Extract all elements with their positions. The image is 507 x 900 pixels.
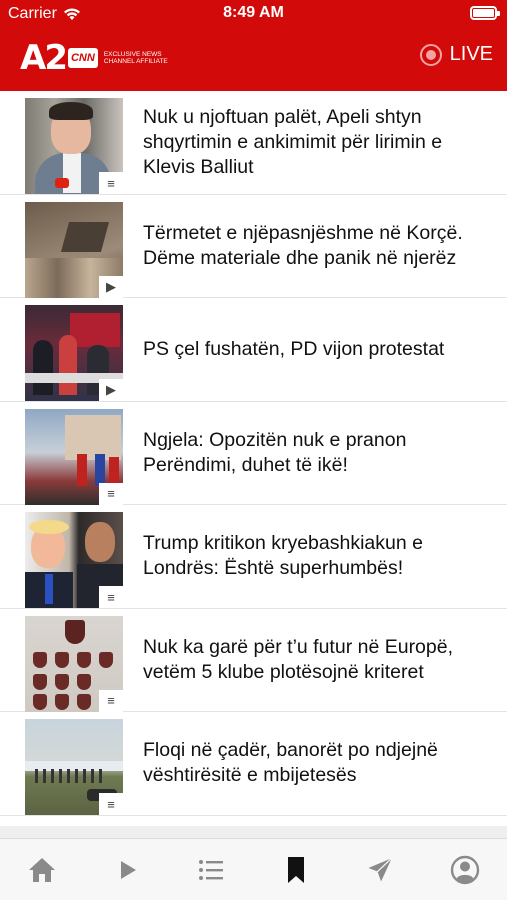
- tab-profile[interactable]: [440, 845, 490, 895]
- article-icon: ≡: [99, 172, 123, 194]
- news-headline: Nuk ka garë për t’u futur në Europë, vet…: [143, 635, 454, 683]
- live-icon: [419, 43, 442, 66]
- news-headline: Nuk u njoftuan palët, Apeli shtyn shqyrt…: [143, 105, 443, 178]
- home-icon: [29, 857, 56, 882]
- news-item[interactable]: ≡ Nuk u njoftuan palët, Apeli shtyn shqy…: [0, 91, 507, 195]
- news-thumbnail: ▶: [25, 305, 123, 401]
- news-item[interactable]: ≡ Ngjela: Opozitën nuk e pranon Perëndim…: [0, 402, 507, 505]
- app-bar: A2 CNN EXCLUSIVE NEWS CHANNEL AFFILIATE …: [0, 28, 507, 91]
- article-icon: ≡: [99, 586, 123, 608]
- news-headline: Floqi në çadër, banorët po ndjejnë vësht…: [143, 739, 438, 787]
- logo-cnn: CNN: [67, 48, 98, 68]
- news-item[interactable]: ≡ Nuk ka garë për t’u futur në Europë, v…: [0, 609, 507, 712]
- bookmark-icon: [287, 856, 304, 883]
- logo-affiliate-line1: EXCLUSIVE NEWS: [103, 51, 162, 58]
- status-bar: Carrier 8:49 AM: [0, 0, 507, 28]
- news-thumbnail: ≡: [25, 408, 123, 505]
- article-icon: ≡: [99, 482, 123, 505]
- tab-list[interactable]: [186, 845, 236, 895]
- profile-icon: [450, 855, 479, 884]
- tab-bookmarks[interactable]: [271, 845, 321, 895]
- news-thumbnail: ≡: [25, 512, 123, 608]
- news-thumbnail: ≡: [25, 98, 123, 194]
- article-icon: ≡: [99, 689, 123, 712]
- news-headline: Trump kritikon kryebashkiakun e Londrës:…: [143, 532, 423, 580]
- send-icon: [365, 855, 395, 885]
- news-thumbnail: ≡: [25, 719, 123, 815]
- tab-bar: [0, 838, 507, 900]
- live-label: LIVE: [449, 43, 493, 65]
- logo-affiliate: EXCLUSIVE NEWS CHANNEL AFFILIATE: [104, 51, 184, 65]
- tab-home[interactable]: [17, 845, 67, 895]
- news-thumbnail: ▶: [25, 201, 123, 298]
- live-button[interactable]: LIVE: [419, 43, 493, 66]
- logo-a2: A2: [20, 38, 68, 78]
- news-item[interactable]: ▶ Tërmetet e njëpasnjëshme në Korçë. Dëm…: [0, 195, 507, 298]
- play-icon: ▶: [99, 379, 123, 401]
- tab-video[interactable]: [102, 845, 152, 895]
- play-icon: ▶: [99, 275, 123, 298]
- news-item[interactable]: ▶ PS çel fushatën, PD vijon protestat: [0, 298, 507, 402]
- news-headline: Tërmetet e njëpasnjëshme në Korçë. Dëme …: [143, 221, 463, 269]
- news-headline: Ngjela: Opozitën nuk e pranon Perëndimi,…: [143, 428, 407, 476]
- list-separator: [0, 826, 507, 838]
- news-list: ≡ Nuk u njoftuan palët, Apeli shtyn shqy…: [0, 91, 507, 826]
- play-icon: [120, 860, 136, 879]
- news-headline: PS çel fushatën, PD vijon protestat: [143, 337, 445, 360]
- logo-affiliate-line2: CHANNEL AFFILIATE: [103, 58, 168, 65]
- news-thumbnail: ≡: [25, 615, 123, 712]
- news-item[interactable]: ≡ Floqi në çadër, banorët po ndjejnë vës…: [0, 712, 507, 816]
- battery-icon: [470, 6, 500, 20]
- tab-share[interactable]: [355, 845, 405, 895]
- status-time: 8:49 AM: [223, 4, 284, 21]
- news-item[interactable]: ≡ Trump kritikon kryebashkiakun e Londrë…: [0, 505, 507, 609]
- list-icon: [199, 859, 224, 880]
- app-logo[interactable]: A2 CNN EXCLUSIVE NEWS CHANNEL AFFILIATE: [20, 41, 184, 75]
- article-icon: ≡: [99, 793, 123, 815]
- header: Carrier 8:49 AM A2 CNN EXCLUSIVE NEWS CH…: [0, 0, 507, 91]
